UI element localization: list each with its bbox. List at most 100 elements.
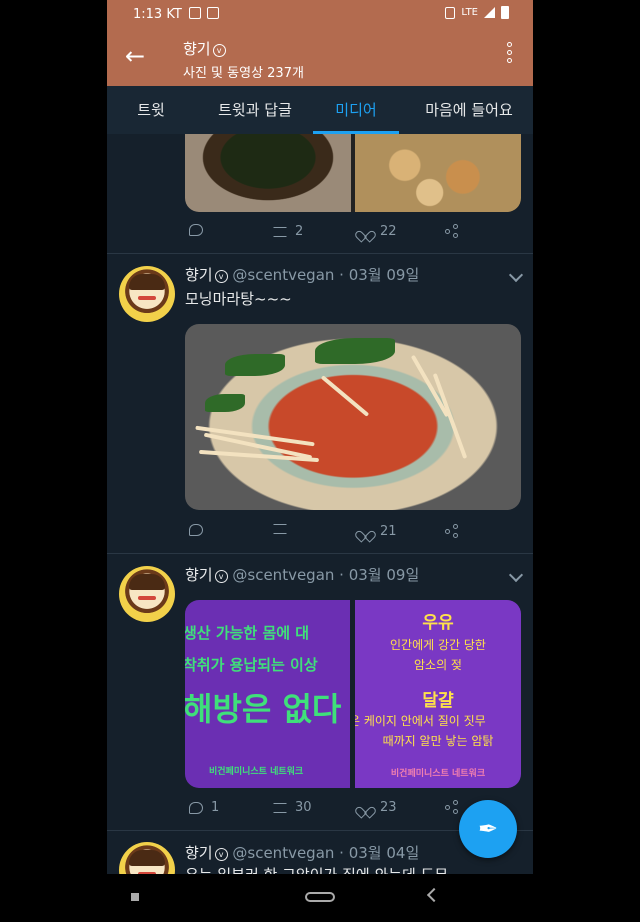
poster-footer: 비건페미니스트 네트워크 [390, 769, 486, 779]
tab-media[interactable]: 미디어 [313, 86, 399, 134]
tab-likes[interactable]: 마음에 들어요 [411, 86, 527, 134]
poster-media[interactable]: 생산 가능한 몸에 대 착취가 용납되는 이상 해방은 없다 비건페미니스트 네… [185, 600, 521, 788]
poster-heading: 우유 [422, 613, 454, 633]
vegan-badge-icon: v [214, 570, 228, 583]
compose-tweet-button[interactable]: ✒ [459, 800, 517, 858]
heart-icon [359, 802, 372, 814]
recents-icon[interactable] [131, 893, 139, 901]
profile-name: 향기 v [183, 38, 226, 59]
tweet-date: · 03월 04일 [334, 844, 420, 862]
network-label: LTE [461, 7, 478, 18]
vegan-badge-icon: v [214, 848, 228, 861]
retweet-button[interactable]: 2 [273, 224, 303, 239]
chevron-down-icon[interactable] [508, 267, 524, 283]
reply-button[interactable] [189, 224, 203, 236]
status-bar: 1:13 KT LTE [107, 0, 533, 28]
poster-line: 때까지 알만 낳는 암탉 [382, 734, 494, 748]
media-count: 사진 및 동영상 237개 [183, 66, 304, 81]
back-arrow-icon[interactable]: ← [125, 44, 145, 68]
tweet-header: 향기 v @scentvegan · 03월 09일 [185, 564, 419, 585]
cup-icon [207, 7, 219, 19]
reply-count: 1 [211, 800, 220, 815]
status-right: LTE [445, 6, 509, 19]
tweet-text: 모닝마라탕~~~ [185, 290, 292, 308]
author-name[interactable]: 향기 [185, 844, 213, 862]
share-button[interactable] [445, 524, 459, 538]
share-button[interactable] [445, 800, 459, 814]
poster-right[interactable]: 우유 인간에게 강간 당한 암소의 젖 달걀 은 케이지 안에서 질이 짓무 때… [355, 600, 521, 788]
author-handle: @scentvegan [232, 844, 335, 862]
home-icon[interactable] [305, 892, 335, 902]
tab-tweets[interactable]: 트윗 [119, 86, 183, 134]
poster-footer: 비건페미니스트 네트워크 [209, 767, 304, 777]
tab-tweets-replies[interactable]: 트윗과 답글 [203, 86, 307, 134]
retweet-icon [273, 524, 287, 534]
app-bar: ← 향기 v 사진 및 동영상 237개 [107, 28, 533, 86]
tweet-date: · 03월 09일 [334, 566, 420, 584]
back-icon[interactable] [426, 887, 442, 903]
share-icon [445, 224, 459, 238]
profile-tabs: 트윗 트윗과 답글 미디어 마음에 들어요 [107, 86, 533, 134]
vegan-badge-icon: v [214, 270, 228, 283]
divider [107, 553, 533, 554]
author-name[interactable]: 향기 [185, 266, 213, 284]
author-name[interactable]: 향기 [185, 566, 213, 584]
poster-line: 은 케이지 안에서 질이 짓무 [355, 714, 486, 728]
vibrate-icon [445, 6, 456, 19]
retweet-count: 2 [295, 224, 304, 239]
avatar[interactable] [119, 566, 175, 622]
share-icon [445, 524, 459, 538]
reply-button[interactable]: 1 [189, 800, 219, 815]
retweet-icon [273, 802, 287, 813]
notification-icons [189, 7, 219, 19]
heart-icon [359, 226, 372, 238]
poster-line: 인간에게 강간 당한 [390, 638, 486, 652]
poster-heading: 달걀 [422, 691, 454, 711]
heart-icon [359, 526, 372, 538]
reply-icon [189, 224, 203, 236]
retweet-icon [273, 226, 287, 237]
food-photo[interactable] [355, 134, 521, 212]
image-icon [189, 7, 201, 19]
tweet-date: · 03월 09일 [334, 266, 420, 284]
food-photo[interactable] [185, 134, 351, 212]
like-button[interactable]: 21 [359, 524, 397, 539]
tweet-feed: 2 22 향기v @scentvegan · 03월 09일 모닝마라탕~~~ [107, 134, 533, 898]
poster-line: 생산 가능한 몸에 대 [185, 624, 310, 642]
tweet-header: 향기 v @scentvegan · 03월 09일 [185, 264, 419, 285]
retweet-count: 30 [295, 800, 312, 815]
phone-screen: 1:13 KT LTE ← 향기 v 사진 및 동영상 237개 트윗 트윗과 답… [107, 0, 533, 922]
poster-headline: 해방은 없다 [185, 690, 342, 728]
author-handle: @scentvegan [232, 266, 335, 284]
signal-icon [484, 7, 495, 18]
tweet-actions: 21 [185, 524, 485, 546]
more-options-icon[interactable] [507, 42, 513, 66]
reply-icon [189, 801, 203, 814]
poster-line: 착취가 용납되는 이상 [185, 656, 318, 674]
tweet-header: 향기 v @scentvegan · 03월 04일 [185, 842, 419, 863]
like-count: 22 [380, 224, 397, 239]
reply-button[interactable] [189, 524, 203, 536]
reply-icon [189, 524, 203, 536]
divider [107, 253, 533, 254]
like-button[interactable]: 22 [359, 224, 397, 239]
share-button[interactable] [445, 224, 459, 238]
share-icon [445, 800, 459, 814]
malatang-photo[interactable] [185, 324, 521, 510]
tweet-actions: 2 22 [185, 224, 485, 246]
tweet-media[interactable] [185, 134, 521, 212]
battery-icon [501, 6, 509, 19]
like-button[interactable]: 23 [359, 800, 397, 815]
retweet-button[interactable]: 30 [273, 800, 312, 815]
retweet-button[interactable] [273, 524, 295, 534]
poster-left[interactable]: 생산 가능한 몸에 대 착취가 용납되는 이상 해방은 없다 비건페미니스트 네… [185, 600, 350, 788]
poster-line: 암소의 젖 [414, 658, 462, 672]
status-time: 1:13 KT [133, 6, 182, 22]
vegan-badge-icon: v [212, 44, 226, 57]
like-count: 21 [380, 524, 397, 539]
avatar[interactable] [119, 266, 175, 322]
chevron-down-icon[interactable] [508, 567, 524, 583]
system-nav-bar [107, 874, 533, 922]
like-count: 23 [380, 800, 397, 815]
feather-plus-icon: ✒ [477, 815, 499, 843]
